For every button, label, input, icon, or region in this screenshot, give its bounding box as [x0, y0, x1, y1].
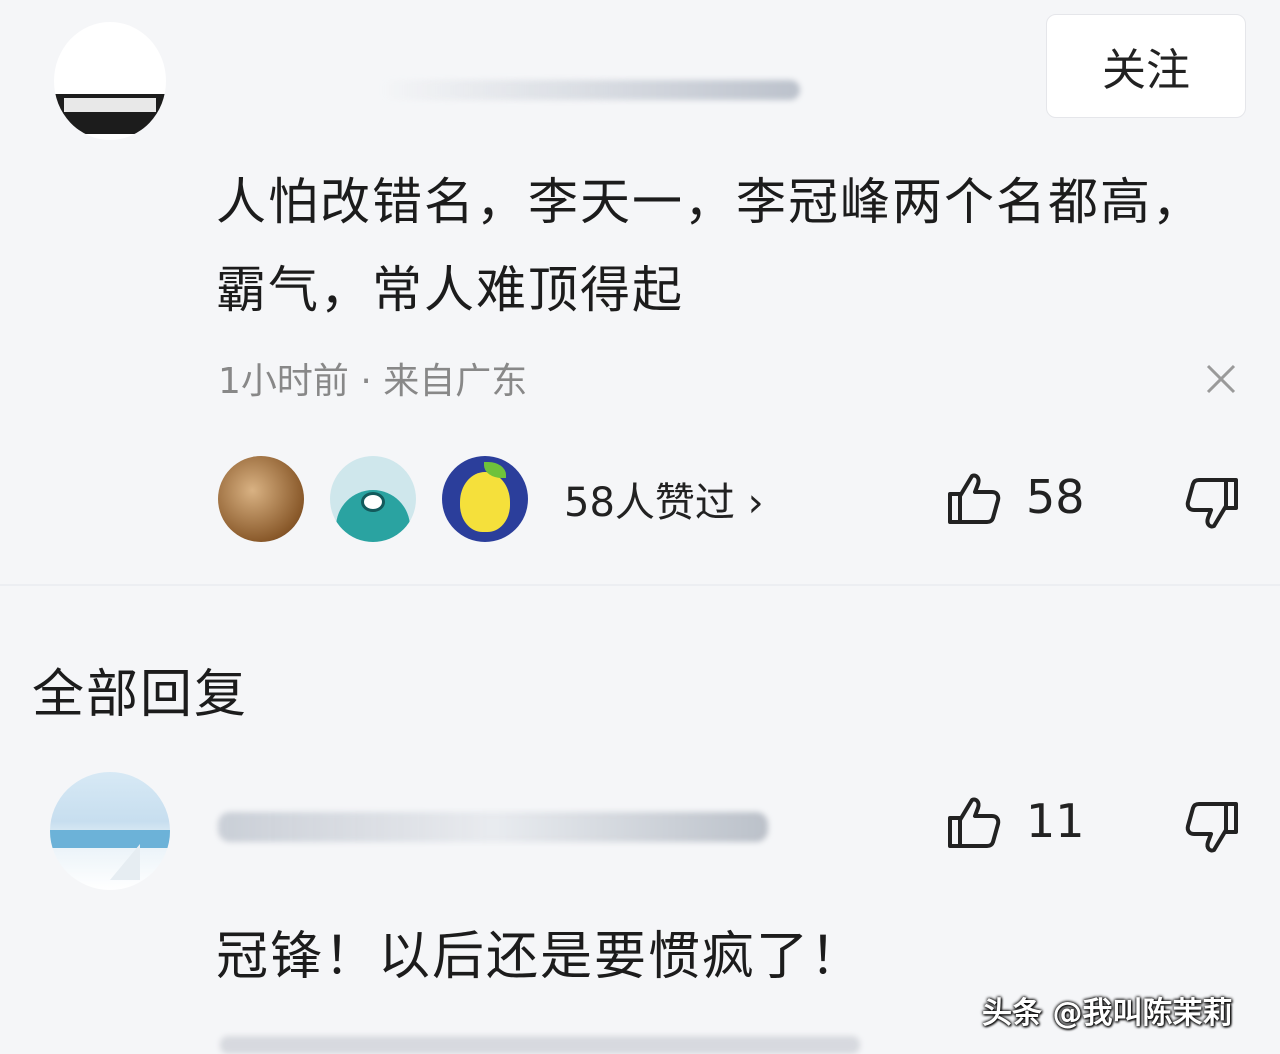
comment-text: 人怕改错名，李天一，李冠峰两个名都高，霸气，常人难顶得起 [216, 173, 1204, 319]
like-count: 58 [1026, 470, 1085, 524]
avatar-shape [361, 492, 385, 512]
liker-avatar[interactable] [330, 456, 416, 542]
replier-avatar[interactable] [50, 772, 170, 890]
likers-link[interactable]: 58人赞过 › [564, 470, 764, 528]
avatar-light-band [64, 98, 156, 112]
thumbs-down-icon[interactable] [1184, 800, 1240, 856]
reply-like-count: 11 [1026, 794, 1085, 848]
thumbs-down-icon[interactable] [1184, 476, 1240, 532]
avatar-shape [110, 844, 140, 880]
commenter-name-blurred[interactable] [380, 80, 800, 100]
close-icon[interactable] [1202, 360, 1240, 398]
liker-avatar[interactable] [442, 456, 528, 542]
section-divider [0, 584, 1280, 586]
thumbs-up-icon[interactable] [946, 470, 1002, 526]
reply-text: 冠锋！以后还是要惯疯了！ [216, 927, 865, 987]
comment-meta: 1小时前 · 来自广东 [218, 361, 528, 402]
section-title: 全部回复 [32, 665, 249, 725]
avatar-shape [460, 472, 510, 532]
commenter-avatar[interactable] [54, 22, 166, 140]
liker-avatar[interactable] [218, 456, 304, 542]
reply-footer-blurred [220, 1036, 860, 1054]
watermark: 头条 @我叫陈茉莉 [982, 996, 1233, 1031]
follow-button[interactable]: 关注 [1046, 14, 1246, 118]
thumbs-up-icon[interactable] [946, 794, 1002, 850]
replier-name-blurred[interactable] [218, 812, 768, 842]
